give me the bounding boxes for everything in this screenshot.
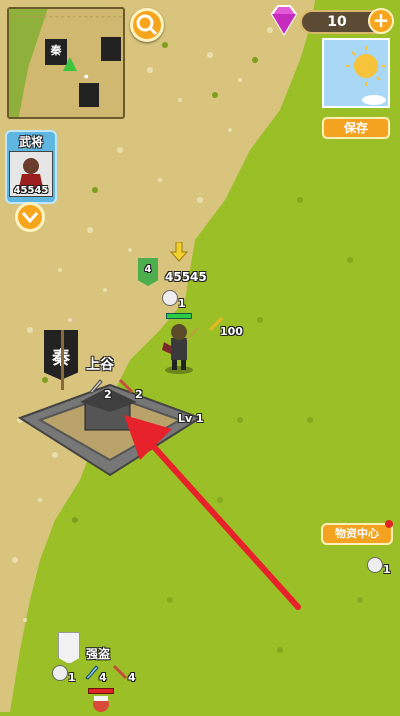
side-unit-food-icon <box>367 557 383 573</box>
add-gems-button[interactable]: + <box>368 8 394 34</box>
bandit-food-icon <box>52 665 68 681</box>
minimap-flag-3 <box>79 83 99 107</box>
player-position-icon <box>63 57 77 71</box>
search-button[interactable] <box>130 8 164 42</box>
city-flag: 秦 <box>44 330 82 390</box>
city-stat-left: 2 <box>104 388 112 401</box>
general-power: 45545 <box>13 185 49 196</box>
tutorial-arrow <box>124 415 301 610</box>
bandit-stat-right: 4 <box>128 671 136 684</box>
chevron-down-icon <box>21 212 39 224</box>
bandit-character[interactable] <box>84 694 118 712</box>
bandit-name[interactable]: 强盗 <box>86 645 110 662</box>
food-sack-icon <box>162 290 178 306</box>
notification-dot <box>385 520 393 528</box>
gem-count: 10 <box>327 14 347 30</box>
down-arrow-indicator-icon <box>169 241 189 262</box>
army-flag-number: 4 <box>144 264 152 275</box>
sun-icon <box>346 46 386 105</box>
minimap[interactable]: 秦 <box>7 7 125 119</box>
army-food: 1 <box>178 297 186 310</box>
save-button[interactable]: 保存 <box>322 117 390 139</box>
army-attack-bonus: 100 <box>220 325 243 338</box>
supply-center-button[interactable]: 物资中心 <box>321 523 393 545</box>
bandit-flag <box>58 632 80 668</box>
bandit-food: 1 <box>68 671 76 684</box>
spear-icon <box>118 378 134 394</box>
army-power: 45545 <box>165 270 207 284</box>
search-icon <box>136 14 158 36</box>
generals-title: 武将 <box>18 135 43 149</box>
side-unit-food: 1 <box>383 563 391 576</box>
weather-panel[interactable] <box>322 38 390 108</box>
minimap-flag-2 <box>101 37 121 61</box>
army-flag: 4 <box>138 258 160 290</box>
city-stat-right: 2 <box>135 388 143 401</box>
bandit-stat-left: 4 <box>99 671 107 684</box>
bandit-spear-icon <box>112 664 128 680</box>
general-character[interactable] <box>158 320 200 376</box>
sword-icon <box>88 378 104 394</box>
expand-generals-button[interactable] <box>15 202 45 232</box>
bandit-sword-icon <box>84 664 100 680</box>
gem-icon <box>266 4 302 36</box>
city-name[interactable]: 上谷 <box>86 354 114 374</box>
army-health-bar <box>166 313 192 319</box>
